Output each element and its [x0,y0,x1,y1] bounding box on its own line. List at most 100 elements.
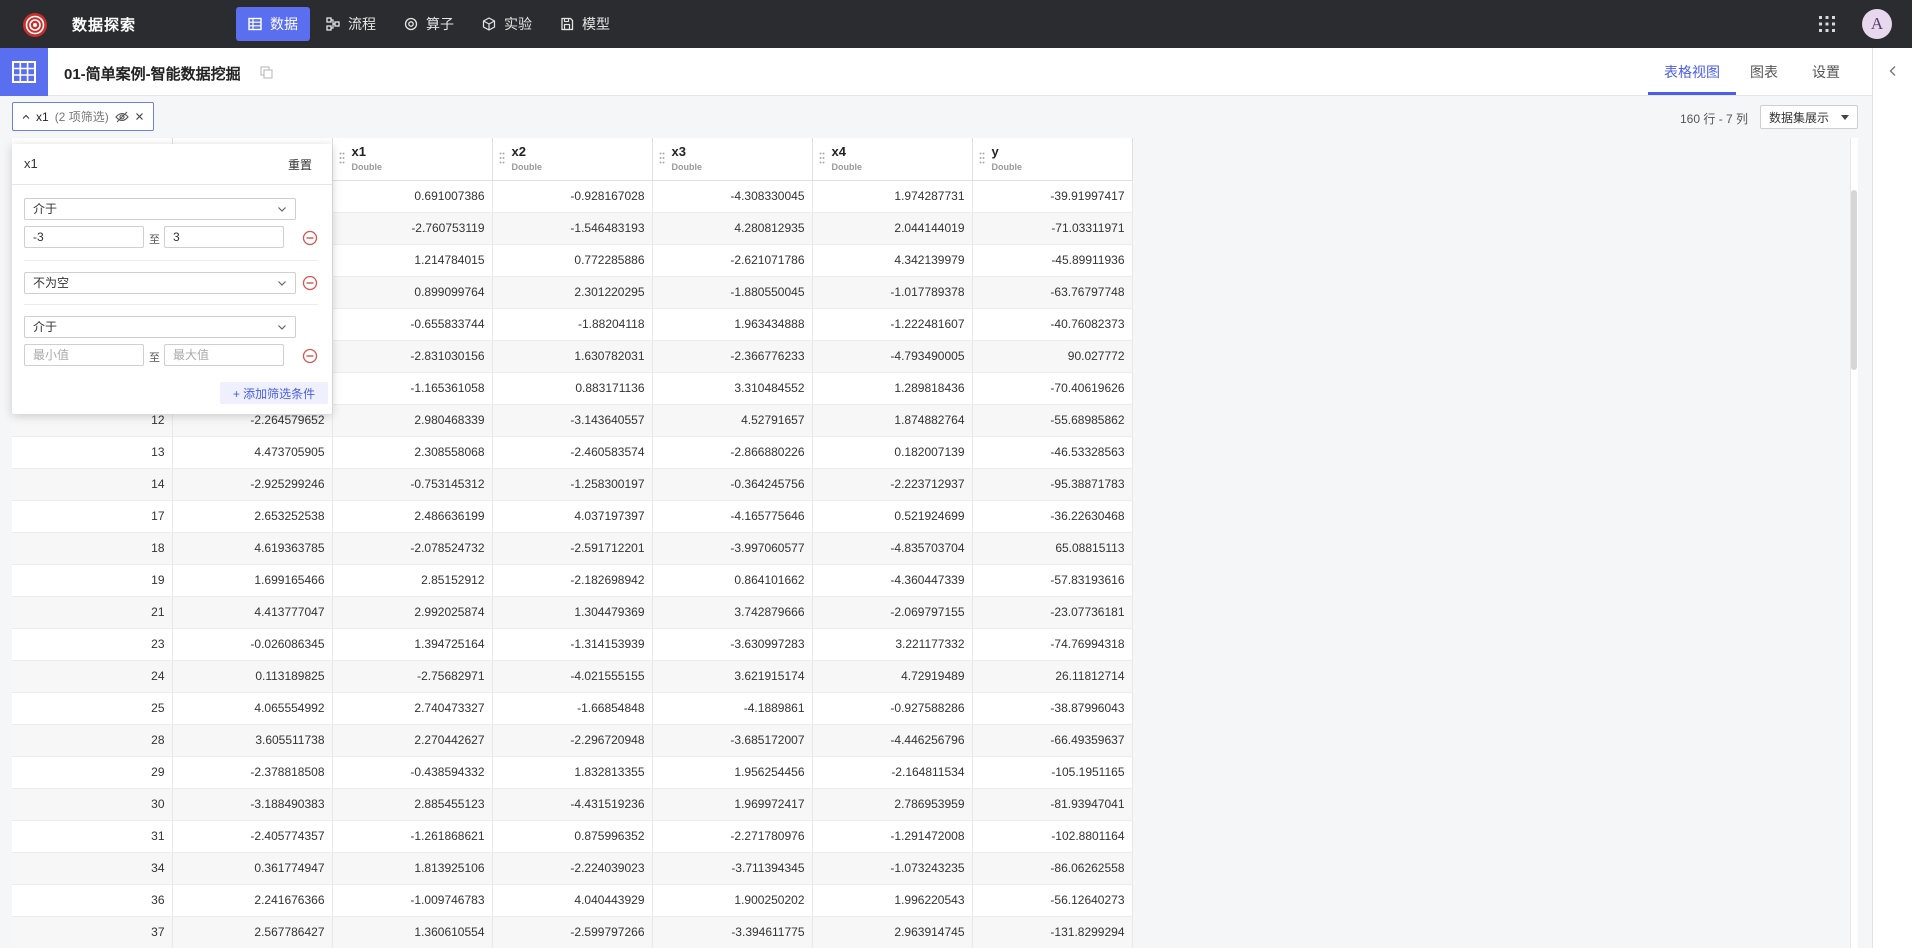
table-cell[interactable]: 0.521924699 [812,500,973,533]
table-cell[interactable]: 4.040443929 [492,884,653,917]
table-cell[interactable]: -23.07736181 [972,596,1133,629]
table-cell[interactable]: -3.685172007 [652,724,813,757]
table-cell[interactable]: -36.22630468 [972,500,1133,533]
table-row[interactable]: 24 0.113189825 -2.75682971 -4.021555155 3.62… [12,660,1133,693]
nav-item-experiment[interactable]: 实验 [470,7,544,41]
table-cell[interactable]: -0.928167028 [492,180,653,213]
table-row[interactable]: 17 2.653252538 2.486636199 4.037197397 -4.16… [12,500,1133,533]
table-cell[interactable]: 0.864101662 [652,564,813,597]
table-row[interactable]: 31 -2.405774357 -1.261868621 0.875996352 -2.… [12,820,1133,853]
table-cell[interactable]: -3.394611775 [652,916,813,948]
chevron-left-icon[interactable] [1887,65,1899,77]
table-cell[interactable]: -0.026086345 [172,628,333,661]
nav-item-data[interactable]: 数据 [236,7,310,41]
table-cell[interactable]: -0.438594332 [332,756,493,789]
table-cell[interactable]: 4.473705905 [172,436,333,469]
eye-off-icon[interactable] [114,111,129,123]
table-cell[interactable]: 34 [12,852,173,885]
table-cell[interactable]: 4.280812935 [652,212,813,245]
table-row[interactable]: 25 4.065554992 2.740473327 -1.66854848 -4.18… [12,692,1133,725]
table-cell[interactable]: 1.699165466 [172,564,333,597]
table-cell[interactable]: -1.258300197 [492,468,653,501]
table-cell[interactable]: 3.310484552 [652,372,813,405]
table-cell[interactable]: -105.1951165 [972,756,1133,789]
table-cell[interactable]: -3.711394345 [652,852,813,885]
table-cell[interactable]: -4.360447339 [812,564,973,597]
apps-grid-icon[interactable] [1818,15,1836,33]
dataset-display-select[interactable]: 数据集展示 [1760,105,1858,129]
table-cell[interactable]: -2.599797266 [492,916,653,948]
drag-handle-icon[interactable] [499,152,505,164]
chevron-up-icon[interactable] [22,113,30,121]
column-header[interactable]: x2 Double [492,138,653,181]
table-cell[interactable]: -40.76082373 [972,308,1133,341]
nav-item-operator[interactable]: 算子 [392,7,466,41]
table-cell[interactable]: -1.880550045 [652,276,813,309]
drag-handle-icon[interactable] [979,152,985,164]
table-row[interactable]: 36 2.241676366 -1.009746783 4.040443929 1.90… [12,884,1133,917]
condition-1-max-input[interactable]: 3 [164,226,284,248]
table-cell[interactable]: 0.361774947 [172,852,333,885]
condition-1-min-input[interactable]: -3 [24,226,144,248]
table-cell[interactable]: -2.831030156 [332,340,493,373]
table-row[interactable]: 28 3.605511738 2.270442627 -2.296720948 -3.6… [12,724,1133,757]
table-cell[interactable]: 2.308558068 [332,436,493,469]
table-cell[interactable]: 1.214784015 [332,244,493,277]
table-cell[interactable]: 4.413777047 [172,596,333,629]
table-cell[interactable]: -2.164811534 [812,756,973,789]
column-header[interactable]: x4 Double [812,138,973,181]
table-cell[interactable]: -2.378818508 [172,756,333,789]
table-row[interactable]: 23 -0.026086345 1.394725164 -1.314153939 -3.… [12,628,1133,661]
scrollbar-thumb[interactable] [1851,190,1857,370]
table-cell[interactable]: -2.925299246 [172,468,333,501]
table-cell[interactable]: 1.874882764 [812,404,973,437]
table-cell[interactable]: -39.91997417 [972,180,1133,213]
table-cell[interactable]: 2.301220295 [492,276,653,309]
table-cell[interactable]: 2.486636199 [332,500,493,533]
table-row[interactable]: 21 4.413777047 2.992025874 1.304479369 3.742… [12,596,1133,629]
table-cell[interactable]: -0.364245756 [652,468,813,501]
table-cell[interactable]: -56.12640273 [972,884,1133,917]
table-row[interactable]: 34 0.361774947 1.813925106 -2.224039023 -3.7… [12,852,1133,885]
table-cell[interactable]: 13 [12,436,173,469]
table-cell[interactable]: 2.740473327 [332,692,493,725]
table-cell[interactable]: -70.40619626 [972,372,1133,405]
table-row[interactable]: 29 -2.378818508 -0.438594332 1.832813355 1.9… [12,756,1133,789]
table-cell[interactable]: -1.073243235 [812,852,973,885]
table-cell[interactable]: 1.630782031 [492,340,653,373]
table-cell[interactable]: -2.296720948 [492,724,653,757]
table-cell[interactable]: 28 [12,724,173,757]
add-filter-condition-button[interactable]: + 添加筛选条件 [220,382,328,404]
table-cell[interactable]: -2.75682971 [332,660,493,693]
drag-handle-icon[interactable] [339,152,345,164]
nav-item-flow[interactable]: 流程 [314,7,388,41]
tab-table-view[interactable]: 表格视图 [1664,62,1720,82]
table-cell[interactable]: 0.113189825 [172,660,333,693]
tab-settings[interactable]: 设置 [1812,62,1840,82]
table-cell[interactable]: 23 [12,628,173,661]
table-cell[interactable]: 4.065554992 [172,692,333,725]
table-cell[interactable]: -2.760753119 [332,212,493,245]
table-cell[interactable]: -4.165775646 [652,500,813,533]
table-cell[interactable]: 2.963914745 [812,916,973,948]
table-cell[interactable]: 21 [12,596,173,629]
table-cell[interactable]: -55.68985862 [972,404,1133,437]
table-cell[interactable]: -131.8299294 [972,916,1133,948]
close-icon[interactable] [135,112,144,121]
table-cell[interactable]: -1.314153939 [492,628,653,661]
table-cell[interactable]: 4.52791657 [652,404,813,437]
table-cell[interactable]: 1.289818436 [812,372,973,405]
table-cell[interactable]: -0.927588286 [812,692,973,725]
table-cell[interactable]: -3.143640557 [492,404,653,437]
table-cell[interactable]: -45.89911936 [972,244,1133,277]
table-cell[interactable]: 1.304479369 [492,596,653,629]
table-cell[interactable]: -81.93947041 [972,788,1133,821]
table-cell[interactable]: -1.291472008 [812,820,973,853]
table-cell[interactable]: 2.85152912 [332,564,493,597]
drag-handle-icon[interactable] [819,152,825,164]
condition-3-operator-select[interactable]: 介于 [24,316,296,338]
table-row[interactable]: 37 2.567786427 1.360610554 -2.599797266 -3.3… [12,916,1133,948]
table-cell[interactable]: 2.241676366 [172,884,333,917]
remove-condition-icon[interactable] [302,230,318,246]
table-cell[interactable]: -1.165361058 [332,372,493,405]
